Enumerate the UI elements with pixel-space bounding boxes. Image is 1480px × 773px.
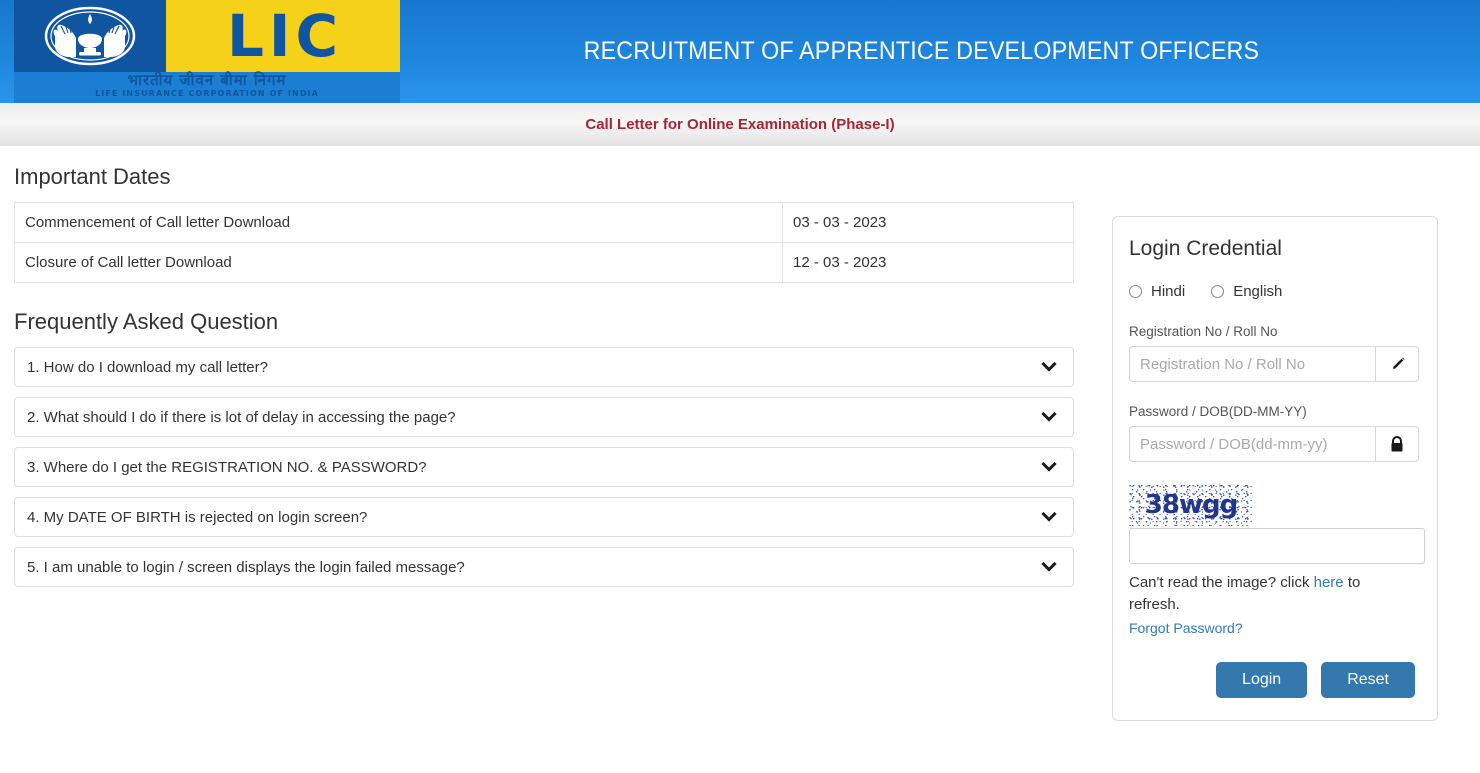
captcha-refresh-link[interactable]: here — [1314, 574, 1344, 591]
logo-english-text: LIFE INSURANCE CORPORATION OF INDIA — [95, 89, 319, 98]
chevron-down-icon[interactable] — [1041, 459, 1057, 475]
subtitle-bar: Call Letter for Online Examination (Phas… — [0, 103, 1480, 146]
faq-question: 4. My DATE OF BIRTH is rejected on login… — [27, 508, 368, 526]
important-dates-table: Commencement of Call letter Download 03 … — [14, 202, 1074, 283]
logo-caption: भारतीय जीवन बीमा निगम LIFE INSURANCE COR… — [14, 72, 400, 103]
faq-question: 3. Where do I get the REGISTRATION NO. &… — [27, 458, 427, 476]
captcha-refresh-line: Can't read the image? click here to refr… — [1129, 572, 1409, 616]
logo-hindi-text: भारतीय जीवन बीमा निगम — [127, 71, 287, 89]
password-field-label: Password / DOB(DD-MM-YY) — [1129, 404, 1307, 419]
lic-brand-text: LIC — [226, 2, 344, 70]
subtitle-text: Call Letter for Online Examination (Phas… — [585, 116, 895, 133]
password-input[interactable] — [1129, 426, 1375, 462]
faq-question: 1. How do I download my call letter? — [27, 358, 268, 376]
chevron-down-icon[interactable] — [1041, 509, 1057, 525]
right-column: Login Credential Hindi English Registrat… — [1090, 146, 1480, 721]
date-label: Closure of Call letter Download — [14, 242, 783, 283]
radio-option-hindi[interactable]: Hindi — [1129, 283, 1185, 300]
chevron-down-icon[interactable] — [1041, 409, 1057, 425]
left-column: Important Dates Commencement of Call let… — [0, 146, 1090, 721]
page-header: LIC भारतीय जीवन बीमा निगम LIFE INSURANCE… — [0, 0, 1480, 103]
logo-top-row: LIC — [14, 0, 400, 72]
faq-item-1[interactable]: 1. How do I download my call letter? — [14, 347, 1074, 387]
faq-item-5[interactable]: 5. I am unable to login / screen display… — [14, 547, 1074, 587]
pencil-icon[interactable] — [1375, 346, 1419, 382]
radio-option-english[interactable]: English — [1211, 283, 1282, 300]
table-row: Closure of Call letter Download 12 - 03 … — [14, 242, 1074, 283]
radio-label-hindi: Hindi — [1151, 283, 1186, 300]
chevron-down-icon[interactable] — [1041, 559, 1057, 575]
captcha-text: 38wgg — [1144, 490, 1238, 520]
login-button[interactable]: Login — [1216, 662, 1308, 698]
registration-field-label: Registration No / Roll No — [1129, 324, 1278, 339]
main-content: Important Dates Commencement of Call let… — [0, 146, 1480, 721]
captcha-image: 38wgg — [1129, 484, 1253, 526]
lic-hands-lamp-emblem — [44, 6, 136, 66]
faq-heading: Frequently Asked Question — [14, 309, 279, 334]
radio-circle-hindi[interactable] — [1129, 285, 1142, 298]
lic-emblem-box — [14, 0, 166, 72]
table-row: Commencement of Call letter Download 03 … — [14, 202, 1074, 243]
radio-circle-english[interactable] — [1211, 285, 1225, 298]
login-button-row: Login Reset — [1129, 662, 1419, 698]
faq-question: 2. What should I do if there is lot of d… — [27, 408, 456, 426]
registration-input[interactable] — [1129, 346, 1375, 382]
faq-item-2[interactable]: 2. What should I do if there is lot of d… — [14, 397, 1074, 437]
date-label: Commencement of Call letter Download — [14, 202, 783, 243]
language-radio-group: Hindi English — [1129, 283, 1419, 300]
registration-input-group — [1129, 346, 1419, 382]
login-panel: Login Credential Hindi English Registrat… — [1112, 216, 1438, 721]
forgot-password-row: Forgot Password? — [1129, 620, 1419, 636]
forgot-password-link[interactable]: Forgot Password? — [1129, 620, 1243, 636]
captcha-refresh-prefix: Can't read the image? click — [1129, 574, 1314, 591]
date-value: 03 - 03 - 2023 — [782, 202, 1074, 243]
reset-button[interactable]: Reset — [1321, 662, 1415, 698]
radio-label-english: English — [1233, 283, 1283, 300]
lock-icon[interactable] — [1375, 426, 1419, 462]
login-panel-title: Login Credential — [1129, 237, 1282, 260]
captcha-input[interactable] — [1129, 528, 1425, 564]
page-title: RECRUITMENT OF APPRENTICE DEVELOPMENT OF… — [583, 37, 1260, 65]
lic-logo: LIC भारतीय जीवन बीमा निगम LIFE INSURANCE… — [0, 0, 400, 103]
lic-brand-box: LIC — [166, 0, 400, 72]
chevron-down-icon[interactable] — [1041, 359, 1057, 375]
important-dates-heading: Important Dates — [14, 164, 171, 189]
password-input-group — [1129, 426, 1419, 462]
faq-item-3[interactable]: 3. Where do I get the REGISTRATION NO. &… — [14, 447, 1074, 487]
faq-question: 5. I am unable to login / screen display… — [27, 558, 465, 576]
faq-item-4[interactable]: 4. My DATE OF BIRTH is rejected on login… — [14, 497, 1074, 537]
date-value: 12 - 03 - 2023 — [782, 242, 1074, 283]
